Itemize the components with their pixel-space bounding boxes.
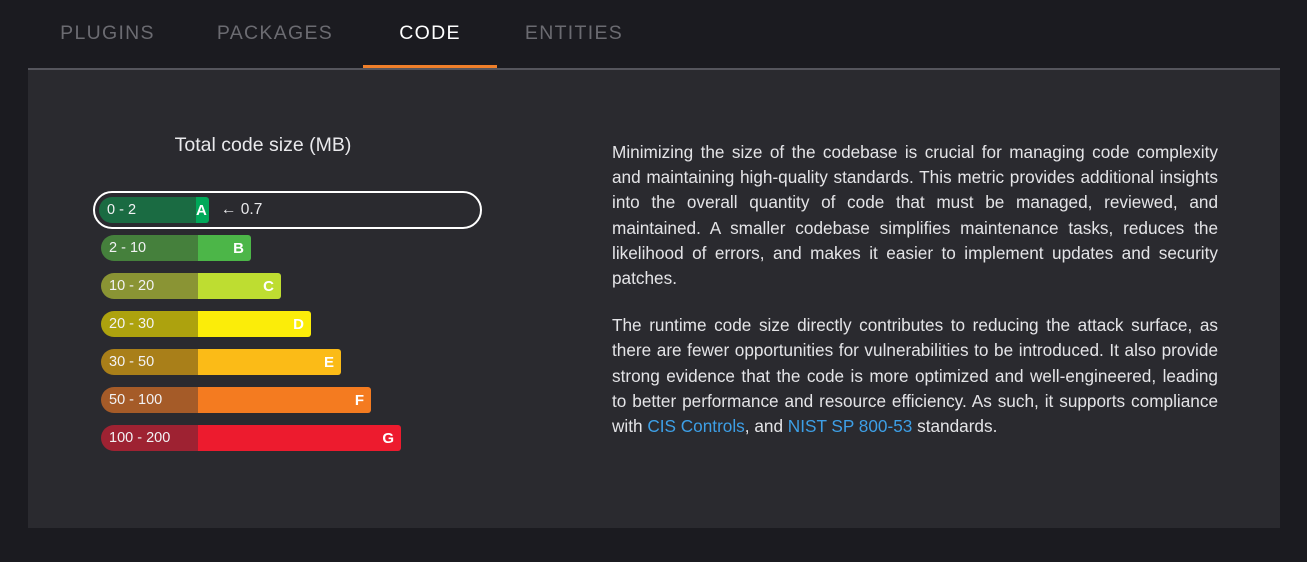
grade-range-label: 30 - 50 — [101, 349, 198, 375]
grade-bar-row: 10 - 20 C — [101, 273, 401, 299]
grade-bar: 2 - 10 B — [101, 235, 251, 261]
link-cis-controls[interactable]: CIS Controls — [647, 416, 744, 436]
grade-letter: B — [198, 235, 251, 261]
link-nist-sp-800-53[interactable]: NIST SP 800-53 — [788, 416, 913, 436]
grade-range-label: 10 - 20 — [101, 273, 198, 299]
grade-letter: A — [196, 197, 209, 223]
grade-bar-row: 0 - 2 A ← 0.7 — [93, 191, 482, 229]
description-text: Minimizing the size of the codebase is c… — [612, 140, 1218, 439]
grade-range-label: 100 - 200 — [101, 425, 198, 451]
grade-range-label: 20 - 30 — [101, 311, 198, 337]
grade-bar: 10 - 20 C — [101, 273, 281, 299]
grade-bar: 0 - 2A — [99, 197, 209, 223]
tab-packages[interactable]: PACKAGES — [191, 0, 359, 68]
grade-letter: G — [198, 425, 401, 451]
tab-label: ENTITIES — [524, 22, 624, 44]
content-panel: Total code size (MB) 0 - 2 A ← 0.7 2 - 10 B 1… — [28, 68, 1280, 528]
paragraph-2-text-3: standards. — [912, 416, 998, 437]
grade-range-label: 50 - 100 — [101, 387, 198, 413]
grade-letter: E — [198, 349, 341, 375]
paragraph-2-text-2: , and — [744, 416, 788, 437]
description-paragraph-2: The runtime code size directly contribut… — [612, 313, 1218, 439]
code-size-chart: Total code size (MB) 0 - 2 A ← 0.7 2 - 10 B 1… — [28, 70, 588, 530]
grade-letter: C — [198, 273, 281, 299]
tab-label: PACKAGES — [216, 22, 334, 44]
grade-bar-row: 2 - 10 B — [101, 235, 401, 261]
tab-label: CODE — [399, 22, 461, 44]
grade-bar: 50 - 100 F — [101, 387, 371, 413]
grade-bar-list: 0 - 2 A ← 0.7 2 - 10 B 10 - 20 C 20 - 30 D 30 - 5… — [93, 191, 482, 451]
grade-bar: 30 - 50 E — [101, 349, 341, 375]
grade-letter: F — [198, 387, 371, 413]
tab-code[interactable]: CODE — [363, 0, 497, 68]
grade-letter: D — [198, 311, 311, 337]
grade-bar-row: 30 - 50 E — [101, 349, 401, 375]
grade-bar-row: 100 - 200 G — [101, 425, 401, 451]
current-value-marker: ← 0.7 — [221, 201, 263, 218]
tab-entities[interactable]: ENTITIES — [501, 0, 647, 68]
grade-bar: 100 - 200 G — [101, 425, 401, 451]
grade-bar-row: 20 - 30 D — [101, 311, 401, 337]
grade-range-label: 0 - 2 — [99, 197, 196, 223]
tab-label: PLUGINS — [60, 22, 155, 44]
grade-bar: 20 - 30 D — [101, 311, 311, 337]
grade-bar-row: 50 - 100 F — [101, 387, 401, 413]
grade-range-label: 2 - 10 — [101, 235, 198, 261]
description-paragraph-1: Minimizing the size of the codebase is c… — [612, 142, 1218, 289]
tab-plugins[interactable]: PLUGINS — [29, 0, 186, 68]
tab-bar: PLUGINS PACKAGES CODE ENTITIES — [0, 0, 1307, 68]
chart-title: Total code size (MB) — [174, 134, 352, 156]
